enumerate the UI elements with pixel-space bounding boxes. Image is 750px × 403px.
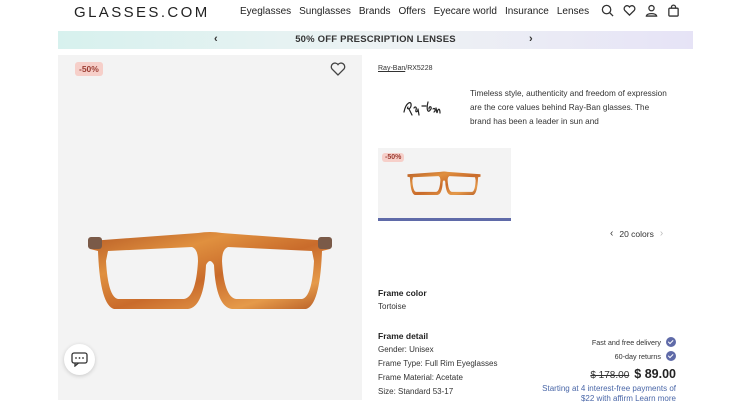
nav-insurance[interactable]: Insurance (505, 6, 549, 17)
promo-next-arrow[interactable]: › (529, 33, 533, 45)
breadcrumb-brand-link[interactable]: Ray-Ban (378, 65, 405, 72)
frame-color-title: Frame color (378, 288, 427, 298)
nav-lenses[interactable]: Lenses (557, 6, 589, 17)
colors-next-arrow[interactable]: › (660, 228, 663, 239)
cart-bag-icon[interactable] (667, 4, 680, 17)
product-gallery: -50% (58, 55, 362, 400)
colors-prev-arrow[interactable]: ‹ (610, 228, 613, 239)
nav-offers[interactable]: Offers (399, 6, 426, 17)
price-block: $ 178.00 $ 89.00 (590, 367, 676, 381)
header-icons (601, 4, 680, 17)
perk-returns-label: 60-day returns (614, 351, 661, 361)
product-glasses-image (88, 232, 332, 309)
nav-eyeglasses[interactable]: Eyeglasses (240, 6, 291, 17)
colors-count: 20 colors (619, 228, 654, 239)
site-logo[interactable]: GLASSES.COM (74, 4, 210, 21)
chat-button[interactable] (64, 344, 95, 375)
detail-frame-material: Frame Material: Acetate (378, 373, 463, 382)
color-selector: ‹ 20 colors › (610, 228, 663, 239)
perk-returns: 60-day returns (592, 349, 676, 363)
account-icon[interactable] (645, 4, 658, 17)
detail-size: Size: Standard 53-17 (378, 387, 454, 396)
color-thumbnail-selected[interactable]: -50% (378, 148, 511, 221)
product-info: Ray-Ban/RX5228 Timeless style, authentic… (378, 55, 693, 403)
search-icon[interactable] (601, 4, 614, 17)
chat-bubble-icon (71, 352, 88, 367)
breadcrumb: Ray-Ban/RX5228 (378, 65, 432, 72)
promo-banner: ‹ 50% OFF PRESCRIPTION LENSES › (58, 31, 693, 49)
frame-detail-title: Frame detail (378, 331, 429, 341)
detail-frame-type: Frame Type: Full Rim Eyeglasses (378, 359, 498, 368)
thumbnail-discount-badge: -50% (382, 153, 405, 162)
perks-list: Fast and free delivery 60-day returns (592, 335, 676, 363)
thumbnail-glasses-image (407, 171, 481, 195)
check-icon (666, 337, 676, 347)
ray-ban-logo (403, 101, 441, 116)
frame-color-value: Tortoise (378, 302, 407, 311)
product-description: Timeless style, authenticity and freedom… (470, 89, 667, 126)
discount-badge: -50% (75, 62, 103, 76)
check-icon (666, 351, 676, 361)
nav-sunglasses[interactable]: Sunglasses (299, 6, 351, 17)
original-price: $ 178.00 (590, 370, 630, 381)
nav-eyecare-world[interactable]: Eyecare world (434, 6, 497, 17)
affirm-financing-text[interactable]: Starting at 4 interest-free payments of (542, 383, 676, 394)
perk-delivery: Fast and free delivery (592, 335, 676, 349)
promo-text[interactable]: 50% OFF PRESCRIPTION LENSES (58, 34, 693, 45)
favorite-heart-icon[interactable] (330, 61, 346, 77)
breadcrumb-model: RX5228 (407, 65, 433, 72)
site-header: GLASSES.COM Eyeglasses Sunglasses Brands… (0, 0, 750, 24)
main-nav: Eyeglasses Sunglasses Brands Offers Eyec… (240, 6, 589, 17)
nav-brands[interactable]: Brands (359, 6, 391, 17)
detail-gender: Gender: Unisex (378, 345, 434, 354)
affirm-learn-more[interactable]: $22 with affirm Learn more (581, 394, 676, 403)
wishlist-heart-icon[interactable] (623, 4, 636, 17)
sale-price: $ 89.00 (634, 367, 676, 381)
perk-delivery-label: Fast and free delivery (591, 337, 661, 347)
